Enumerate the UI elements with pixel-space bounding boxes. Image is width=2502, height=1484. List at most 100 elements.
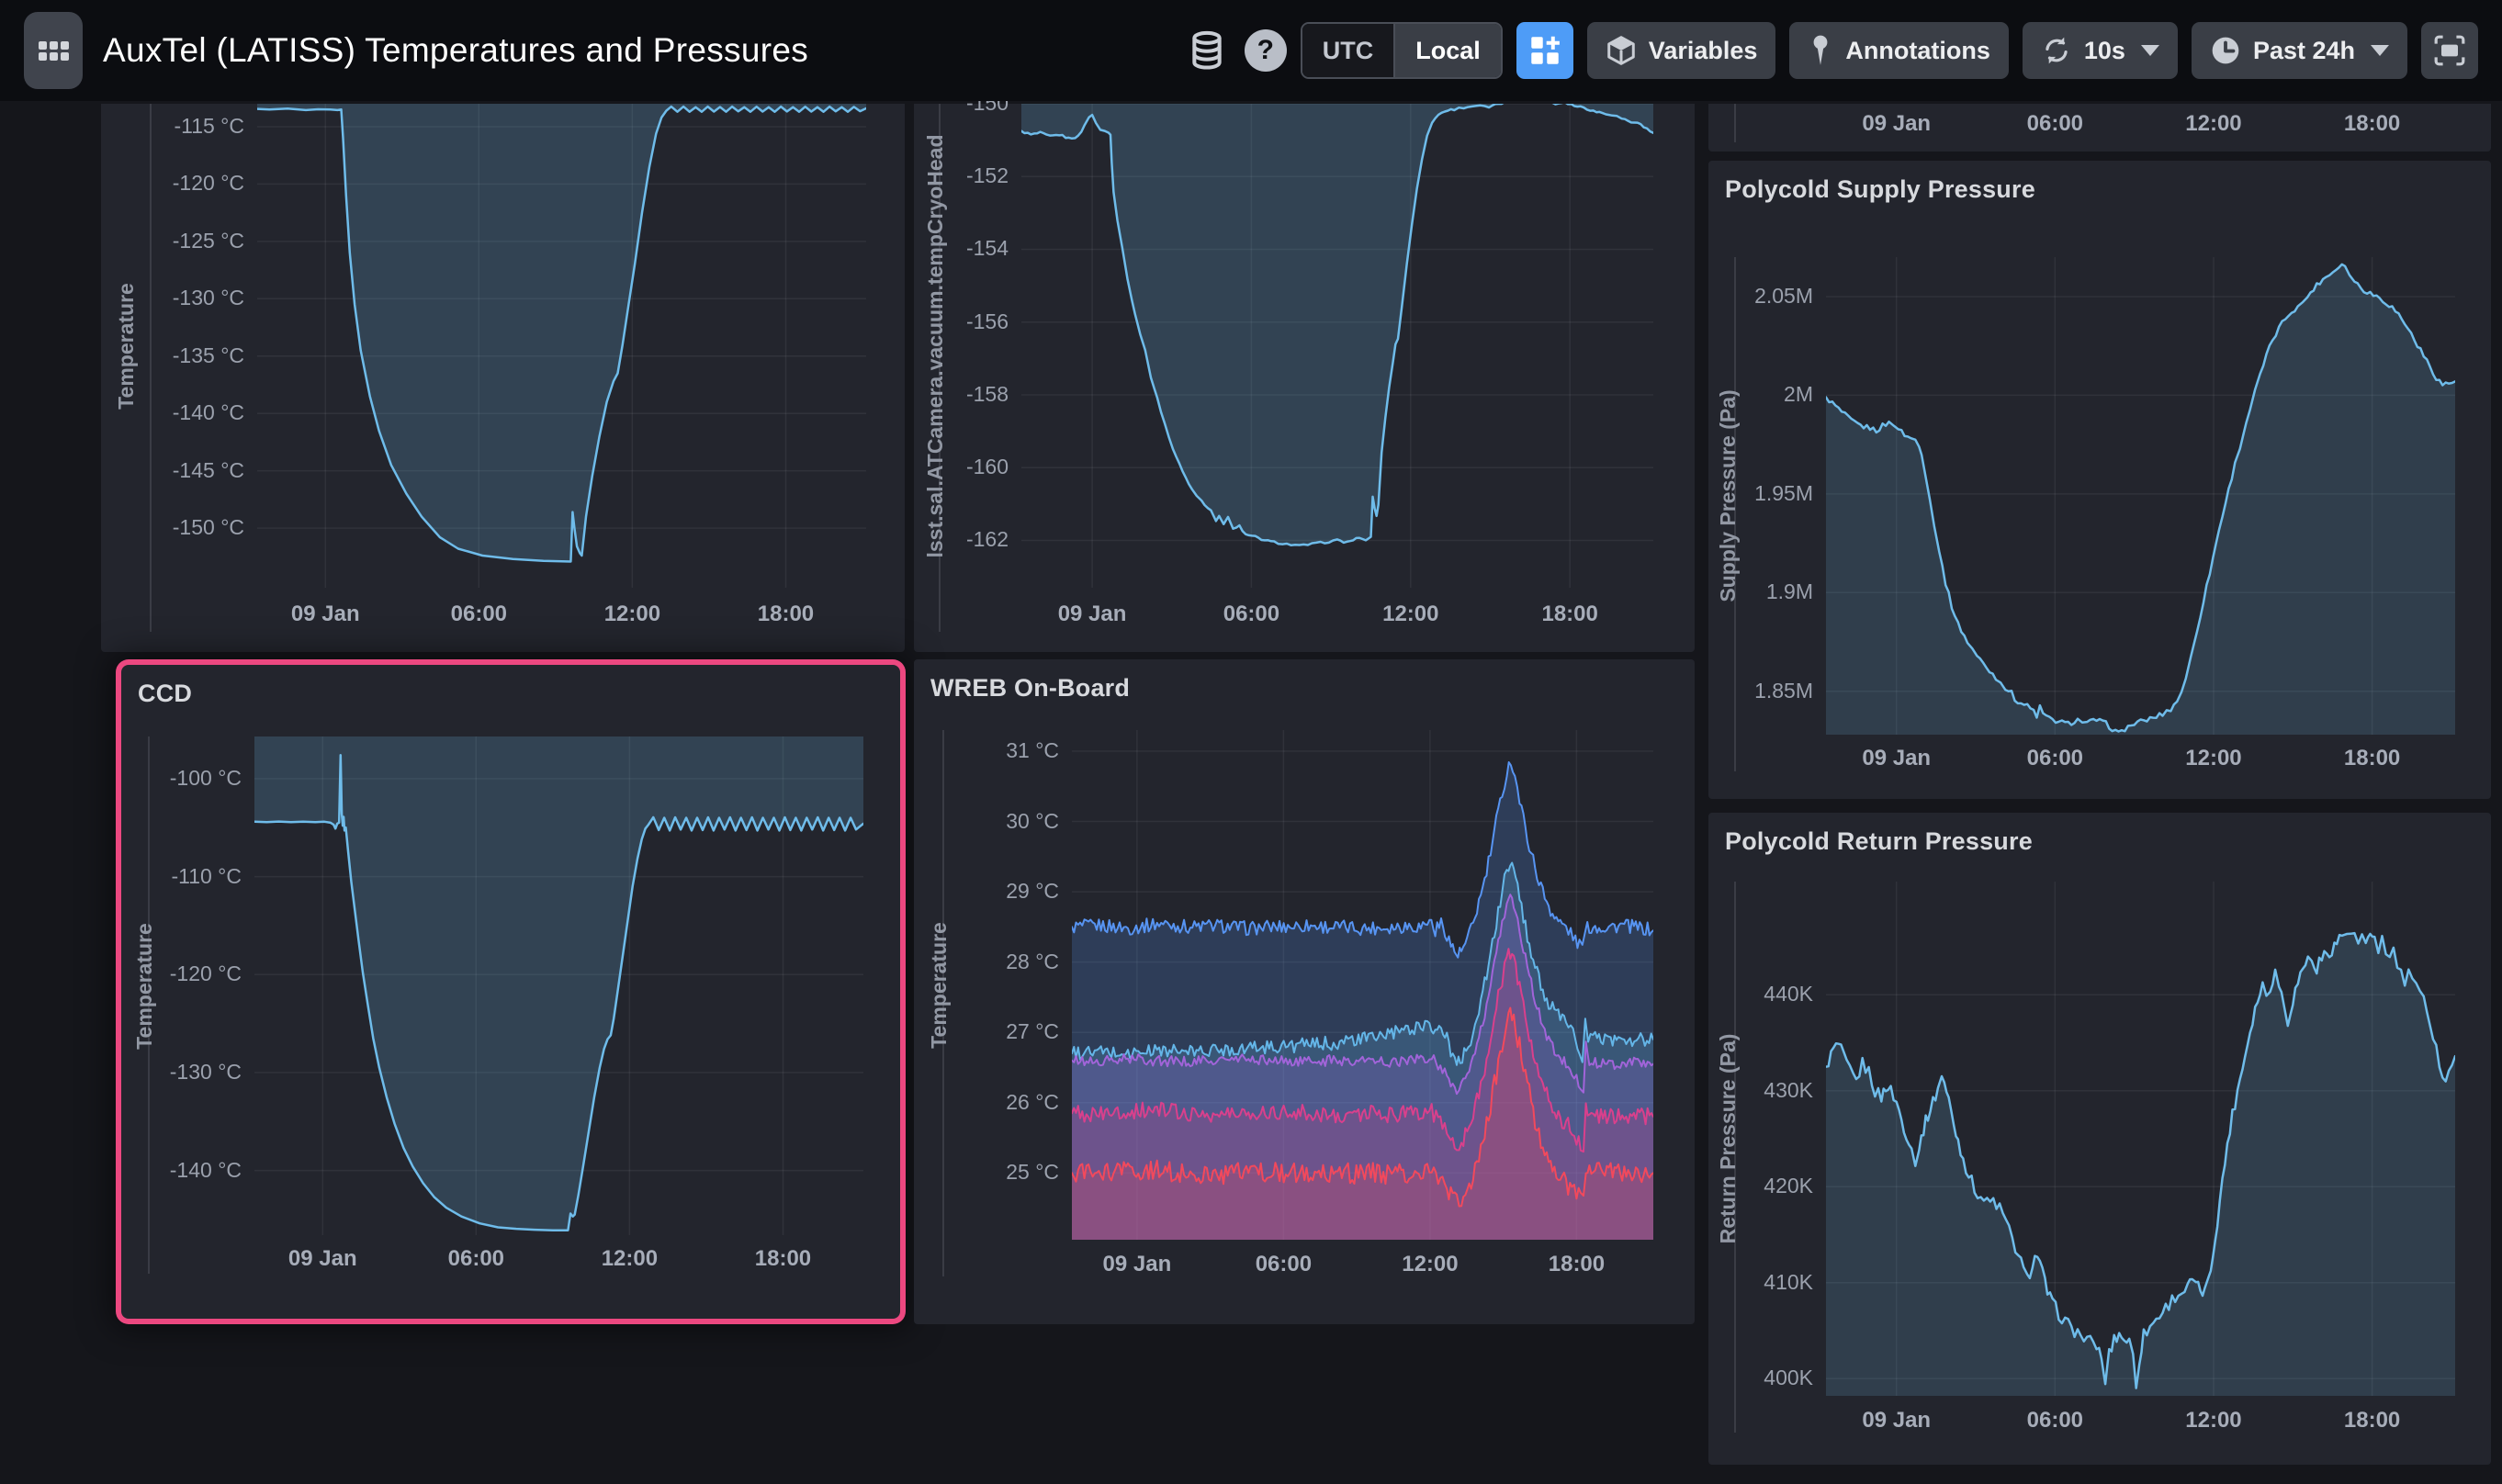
cube-icon (1606, 35, 1637, 66)
y-axis-line (1734, 104, 1736, 142)
x-tick-label: 06:00 (1223, 601, 1279, 627)
y-tick-label: -120 °C (125, 171, 244, 196)
chart-plot-area[interactable] (1021, 104, 1653, 588)
chart-plot-area[interactable] (1826, 882, 2455, 1396)
x-tick-label: 18:00 (2344, 1408, 2400, 1433)
x-tick-label: 18:00 (1549, 1252, 1605, 1277)
y-tick-label: -135 °C (125, 343, 244, 368)
y-tick-label: 28 °C (940, 950, 1059, 974)
y-tick-label: 1.9M (1694, 579, 1813, 604)
y-axis-title: lsst.sal.ATCamera.vacuum.tempCryoHead (923, 134, 948, 557)
sync-icon (2041, 35, 2072, 66)
x-tick-label: 12:00 (602, 1246, 658, 1272)
x-tick-label: 06:00 (2027, 746, 2083, 771)
add-panel-button[interactable] (1516, 22, 1573, 79)
variables-button[interactable]: Variables (1587, 22, 1776, 79)
x-tick-label: 06:00 (2027, 1408, 2083, 1433)
page-title: AuxTel (LATISS) Temperatures and Pressur… (103, 31, 808, 70)
x-tick-label: 12:00 (604, 601, 660, 627)
x-tick-label: 09 Jan (1058, 601, 1127, 627)
y-tick-label: -162 (889, 527, 1009, 552)
database-icon (1189, 30, 1224, 71)
y-tick-label: -115 °C (125, 114, 244, 139)
x-tick-label: 18:00 (2344, 111, 2400, 137)
timezone-local[interactable]: Local (1395, 24, 1501, 77)
panel-cryo-temperature: Temperature 09 Jan06:0012:0018:00-115 °C… (101, 104, 905, 652)
chart-plot-area[interactable] (1826, 257, 2455, 735)
y-tick-label: 430K (1694, 1078, 1813, 1103)
help-button[interactable]: ? (1245, 29, 1287, 72)
chart-plot-area[interactable] (254, 736, 863, 1235)
y-tick-label: 29 °C (940, 879, 1059, 904)
chevron-down-icon (2371, 45, 2389, 56)
time-range-picker[interactable]: Past 24h (2192, 22, 2407, 79)
y-tick-label: 31 °C (940, 738, 1059, 763)
y-tick-label: 2.05M (1694, 284, 1813, 309)
dashboard-header: AuxTel (LATISS) Temperatures and Pressur… (0, 0, 2502, 101)
y-tick-label: -100 °C (122, 766, 242, 791)
y-tick-label: 26 °C (940, 1090, 1059, 1115)
panel-tempcryohead: lsst.sal.ATCamera.vacuum.tempCryoHead 09… (914, 104, 1695, 652)
annotations-label: Annotations (1845, 37, 1989, 65)
x-tick-label: 12:00 (2185, 1408, 2241, 1433)
y-tick-label: -145 °C (125, 458, 244, 483)
timezone-toggle[interactable]: UTC Local (1301, 22, 1503, 79)
x-tick-label: 18:00 (755, 1246, 811, 1272)
variables-label: Variables (1649, 37, 1758, 65)
apps-menu-button[interactable] (24, 12, 83, 89)
grid-icon (39, 41, 69, 61)
x-tick-label: 06:00 (1256, 1252, 1312, 1277)
x-tick-label: 18:00 (1541, 601, 1597, 627)
panel-title[interactable]: Polycold Return Pressure (1725, 827, 2033, 856)
kiosk-mode-button[interactable] (2421, 22, 2478, 79)
chart-plot-area[interactable] (257, 104, 866, 588)
time-range-label: Past 24h (2253, 37, 2355, 65)
timezone-utc[interactable]: UTC (1302, 24, 1396, 77)
panel-clipped-top-right: 09 Jan06:0012:0018:00 (1708, 104, 2491, 152)
y-tick-label: 27 °C (940, 1019, 1059, 1044)
panel-polycold-supply-pressure: Polycold Supply Pressure Supply Pressure… (1708, 161, 2491, 799)
x-tick-label: 09 Jan (1862, 111, 1931, 137)
x-tick-label: 09 Jan (1862, 746, 1931, 771)
panel-title[interactable]: WREB On-Board (930, 674, 1130, 703)
chevron-down-icon (2141, 45, 2159, 56)
x-tick-label: 12:00 (1382, 601, 1438, 627)
y-tick-label: -156 (889, 309, 1009, 334)
x-tick-label: 18:00 (758, 601, 814, 627)
x-tick-label: 06:00 (2027, 111, 2083, 137)
x-tick-label: 09 Jan (291, 601, 360, 627)
y-tick-label: 2M (1694, 382, 1813, 407)
y-tick-label: 1.85M (1694, 679, 1813, 703)
question-mark: ? (1257, 35, 1274, 66)
y-tick-label: -154 (889, 236, 1009, 261)
y-tick-label: -140 °C (122, 1158, 242, 1183)
x-tick-label: 09 Jan (1862, 1408, 1931, 1433)
refresh-picker[interactable]: 10s (2023, 22, 2178, 79)
annotations-button[interactable]: Annotations (1789, 22, 2008, 79)
y-axis-title: Return Pressure (Pa) (1716, 1034, 1741, 1244)
x-tick-label: 12:00 (2185, 746, 2241, 771)
fullscreen-icon (2433, 34, 2466, 67)
datasource-button[interactable] (1183, 22, 1231, 79)
chart-plot-area[interactable] (1072, 730, 1653, 1240)
panel-polycold-return-pressure: Polycold Return Pressure Return Pressure… (1708, 813, 2491, 1465)
y-tick-label: -125 °C (125, 229, 244, 253)
panel-wreb-on-board: WREB On-Board Temperature 09 Jan06:0012:… (914, 659, 1695, 1324)
y-tick-label: 25 °C (940, 1160, 1059, 1185)
y-tick-label: -120 °C (122, 961, 242, 986)
y-tick-label: 440K (1694, 982, 1813, 1006)
y-tick-label: 1.95M (1694, 481, 1813, 506)
y-tick-label: -160 (889, 455, 1009, 479)
y-tick-label: 420K (1694, 1174, 1813, 1198)
y-tick-label: -130 °C (122, 1060, 242, 1085)
panel-title[interactable]: CCD (138, 680, 192, 708)
y-tick-label: -158 (889, 382, 1009, 407)
x-tick-label: 06:00 (451, 601, 507, 627)
x-tick-label: 12:00 (1402, 1252, 1458, 1277)
pin-icon (1808, 34, 1833, 67)
refresh-interval-label: 10s (2084, 37, 2125, 65)
x-tick-label: 09 Jan (1103, 1252, 1172, 1277)
y-tick-label: 410K (1694, 1270, 1813, 1295)
panel-title[interactable]: Polycold Supply Pressure (1725, 175, 2035, 204)
y-tick-label: -140 °C (125, 400, 244, 425)
